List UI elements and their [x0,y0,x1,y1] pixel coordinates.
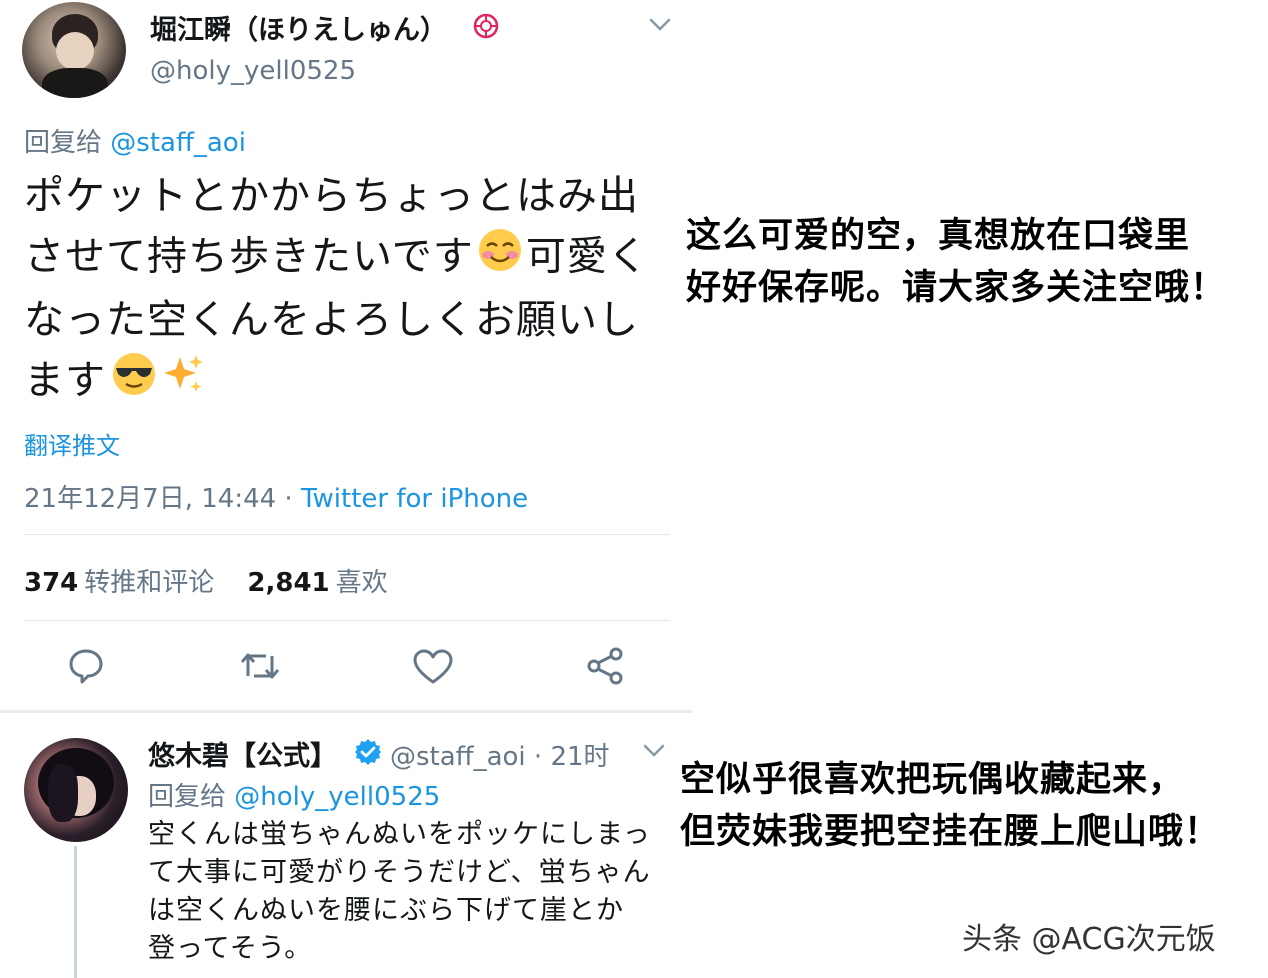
reply-text: 空くんは蛍ちゃんぬいをポッケにしまっ て大事に可愛がりそうだけど、蛍ちゃん は空… [148,816,678,968]
divider [24,620,670,621]
reply-line: は空くんぬいを腰にぶら下げて崖とか [148,895,624,926]
author-name[interactable]: 堀江瞬（ほりえしゅん） [150,8,447,47]
tweet-stats: 374 转推和评论 2,841 喜欢 [24,562,416,599]
section-divider [0,710,692,713]
tweet-line: ます [24,350,684,415]
sparkles-icon [160,351,206,414]
tweet-meta: 21年12月7日, 14:44 · Twitter for iPhone [24,478,528,515]
reply-to-line: 回复给 @holy_yell0525 [148,782,441,812]
retweet-icon[interactable] [238,648,282,684]
tweet-text: ポケットとかからちょっとはみ出 させて持ち歩きたいです 可愛く なった空くんをよ… [24,167,684,415]
caption-top: 这么可爱的空，真想放在口袋里 好好保存呢。请大家多关注空哦！ [686,210,1266,314]
tweet-line: ポケットとかからちょっとはみ出 [24,173,639,219]
watermark: 头条 @ACG次元饭 [962,922,1216,957]
verified-badge-icon [354,738,382,766]
reply-icon[interactable] [66,646,106,686]
tweet-line: なった空くんをよろしくお願いし [24,297,639,343]
reply-to-link[interactable]: @holy_yell0525 [234,782,440,812]
caption-line: 这么可爱的空，真想放在口袋里 [686,216,1191,256]
tweet-line: させて持ち歩きたいです 可愛く [24,226,684,291]
caption-line: 但荧妹我要把空挂在腰上爬山哦！ [680,812,1221,852]
reply-author-handle[interactable]: @staff_aoi · 21时 [390,736,610,773]
like-heart-icon[interactable] [412,648,454,686]
translate-tweet-link[interactable]: 翻译推文 [24,426,120,461]
likes-stat[interactable]: 2,841 喜欢 [247,568,415,598]
sunglasses-face-icon [110,350,158,415]
chevron-down-icon[interactable] [648,16,672,34]
retweets-stat[interactable]: 374 转推和评论 [24,568,247,598]
thread-line [74,846,77,978]
caption-line: 好好保存呢。请大家多关注空哦！ [686,268,1227,308]
reply-line: 空くんは蛍ちゃんぬいをポッケにしまっ [148,819,651,850]
reply-to-link[interactable]: @staff_aoi [110,128,246,158]
author-avatar[interactable] [22,2,126,98]
caption-line: 空似乎很喜欢把玩偶收藏起来， [680,760,1185,800]
flower-badge-icon [472,12,500,40]
reply-author-name[interactable]: 悠木碧【公式】 [148,734,337,773]
timestamp[interactable]: 21年12月7日, 14:44 · [24,484,301,514]
smiling-face-icon [476,226,524,291]
reply-line: 登ってそう。 [148,933,313,964]
divider [24,534,670,535]
caption-bottom: 空似乎很喜欢把玩偶收藏起来， 但荧妹我要把空挂在腰上爬山哦！ [680,754,1266,858]
reply-author-avatar[interactable] [24,738,128,842]
reply-to-line: 回复给 @staff_aoi [24,128,246,158]
share-icon[interactable] [584,646,626,686]
reply-chevron-down-icon[interactable] [642,742,666,760]
author-handle[interactable]: @holy_yell0525 [150,56,356,86]
reply-line: て大事に可愛がりそうだけど、蛍ちゃん [148,857,651,888]
source-link[interactable]: Twitter for iPhone [301,484,528,514]
